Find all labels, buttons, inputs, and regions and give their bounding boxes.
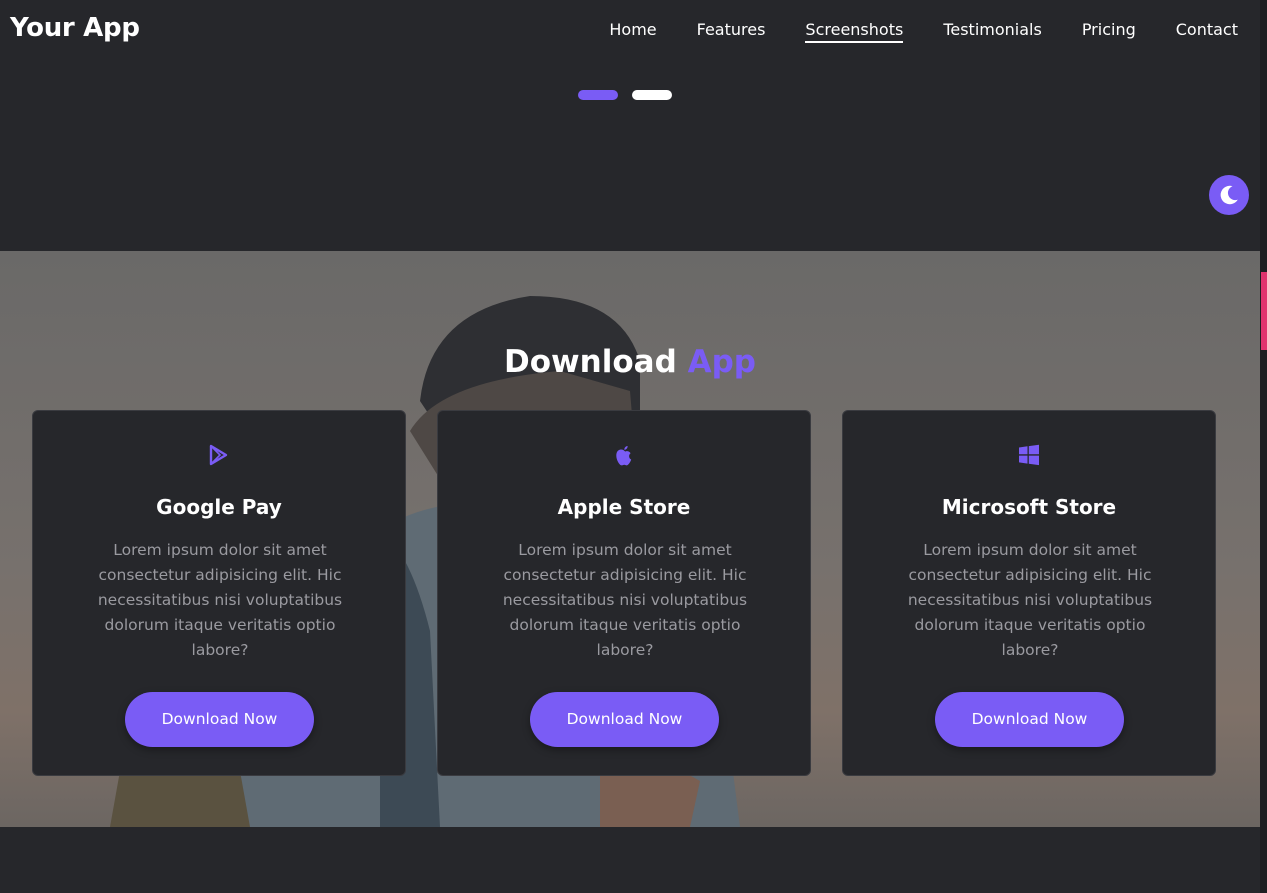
navbar: Your App Home Features Screenshots Testi…: [0, 0, 1260, 64]
download-now-button[interactable]: Download Now: [530, 692, 719, 747]
section-title: Download App: [0, 344, 1260, 380]
scrollbar-thumb[interactable]: [1261, 272, 1267, 350]
nav-link-pricing[interactable]: Pricing: [1082, 20, 1136, 43]
card-description: Lorem ipsum dolor sit amet consectetur a…: [97, 541, 343, 659]
google-play-icon: [209, 444, 228, 466]
theme-toggle-button[interactable]: [1209, 175, 1249, 215]
download-cards: Google Pay Lorem ipsum dolor sit amet co…: [32, 410, 1218, 777]
nav-links: Home Features Screenshots Testimonials P…: [569, 20, 1238, 43]
section-title-main: Download: [504, 344, 677, 380]
slider-pagination: [578, 90, 672, 100]
card-title: Apple Store: [557, 495, 691, 519]
brand-logo[interactable]: Your App: [10, 13, 140, 43]
nav-link-home[interactable]: Home: [609, 20, 656, 43]
nav-link-testimonials[interactable]: Testimonials: [943, 20, 1042, 43]
nav-link-features[interactable]: Features: [697, 20, 766, 43]
moon-icon: [1220, 185, 1238, 205]
card-microsoft-store: Microsoft Store Lorem ipsum dolor sit am…: [842, 410, 1216, 776]
section-title-accent: App: [687, 344, 756, 380]
download-section: Download App Google Pay Lorem ipsum dolo…: [0, 251, 1260, 827]
windows-icon: [1019, 444, 1039, 466]
download-now-button[interactable]: Download Now: [935, 692, 1124, 747]
slider-dot-1[interactable]: [578, 90, 618, 100]
page: Your App Home Features Screenshots Testi…: [0, 0, 1267, 893]
card-apple-store: Apple Store Lorem ipsum dolor sit amet c…: [437, 410, 811, 776]
nav-link-screenshots[interactable]: Screenshots: [805, 20, 904, 43]
card-title: Google Pay: [156, 495, 282, 519]
slider-dot-2[interactable]: [632, 90, 672, 100]
download-now-button[interactable]: Download Now: [125, 692, 314, 747]
nav-link-contact[interactable]: Contact: [1176, 20, 1238, 43]
card-description: Lorem ipsum dolor sit amet consectetur a…: [907, 541, 1153, 659]
apple-icon: [616, 446, 632, 466]
card-google-pay: Google Pay Lorem ipsum dolor sit amet co…: [32, 410, 406, 776]
card-description: Lorem ipsum dolor sit amet consectetur a…: [502, 541, 748, 659]
scrollbar-track[interactable]: [1260, 0, 1267, 893]
card-title: Microsoft Store: [941, 495, 1117, 519]
